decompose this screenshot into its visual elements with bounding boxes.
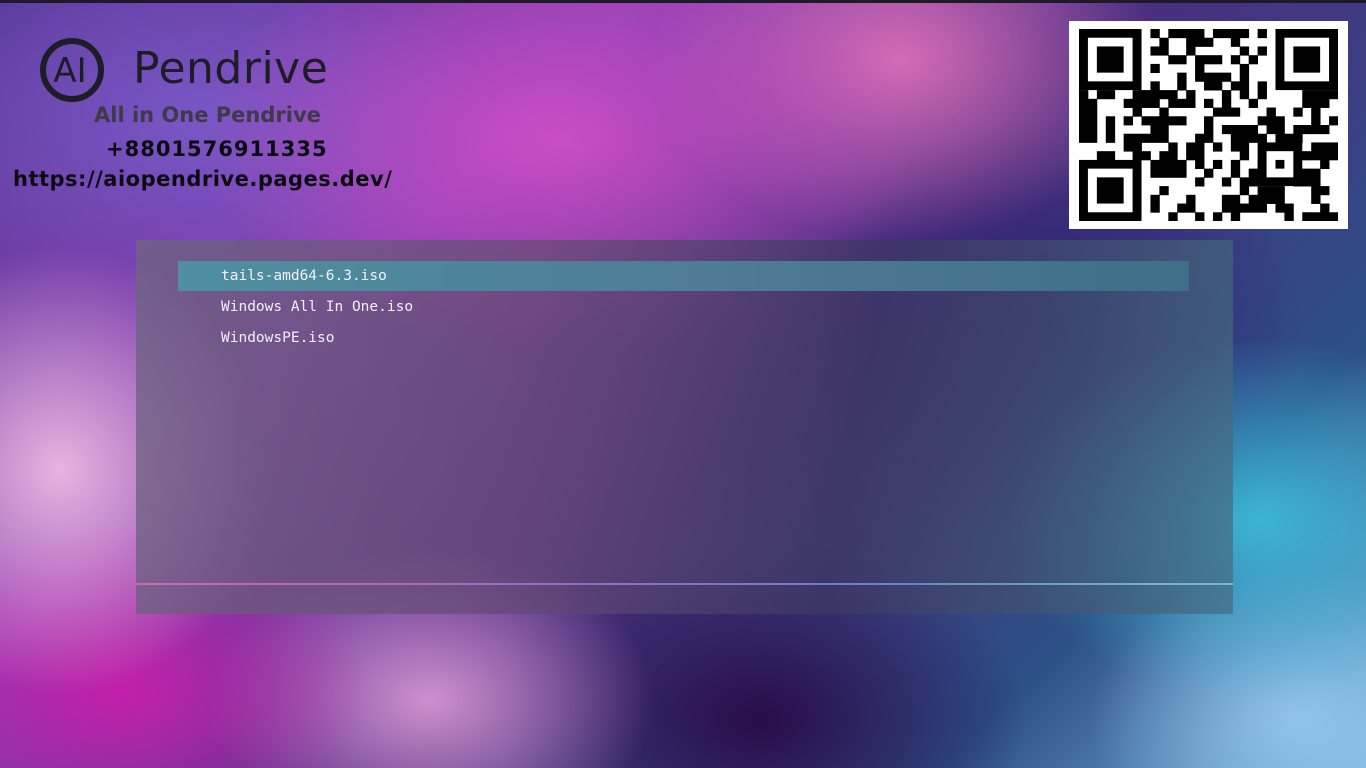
brand-tagline: All in One Pendrive — [94, 103, 321, 127]
menu-status-bar — [136, 585, 1233, 614]
boot-menu: tails-amd64-6.3.iso Windows All In One.i… — [136, 240, 1233, 614]
top-border — [0, 0, 1366, 3]
aio-logo-icon: AI — [40, 38, 104, 102]
branding: AI Pendrive All in One Pendrive +8801576… — [0, 30, 450, 200]
boot-entry-windowspe[interactable]: WindowsPE.iso — [178, 323, 1189, 353]
svg-text:AI: AI — [53, 51, 86, 91]
boot-entry-tails[interactable]: tails-amd64-6.3.iso — [178, 261, 1189, 291]
website-url: https://aiopendrive.pages.dev/ — [13, 167, 393, 191]
brand-title: Pendrive — [133, 43, 329, 94]
qr-code-icon — [1079, 29, 1338, 221]
boot-entry-windows-aio[interactable]: Windows All In One.iso — [178, 292, 1189, 322]
boot-menu-list: tails-amd64-6.3.iso Windows All In One.i… — [178, 261, 1189, 354]
qr-code — [1069, 21, 1348, 229]
phone-number: +8801576911335 — [106, 137, 328, 161]
